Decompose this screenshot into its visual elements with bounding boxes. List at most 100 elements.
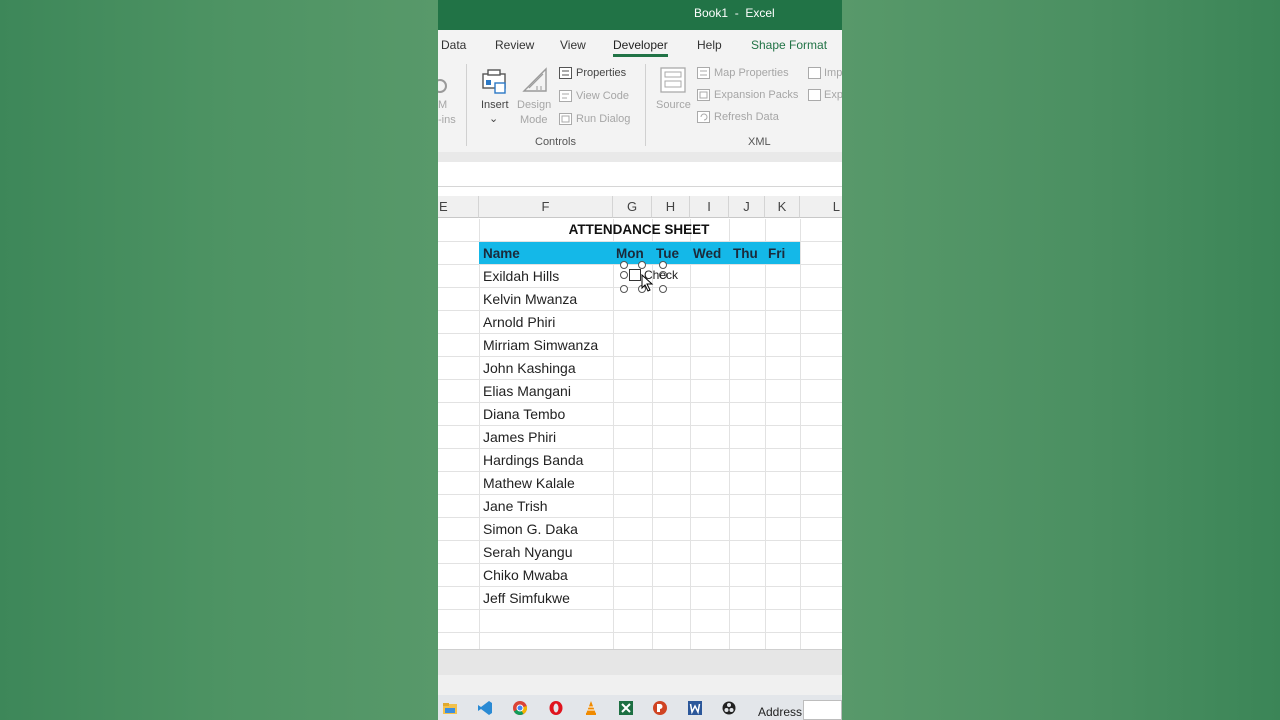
column-header-g[interactable]: G: [613, 196, 652, 218]
attendance-checkbox[interactable]: [629, 269, 641, 281]
name-cell[interactable]: Arnold Phiri: [483, 314, 555, 330]
design-mode-label-1[interactable]: Design: [517, 99, 551, 111]
tab-shape-format[interactable]: Shape Format: [751, 38, 827, 52]
column-header-f[interactable]: F: [479, 196, 613, 218]
export-icon[interactable]: [808, 89, 821, 101]
gridline: [438, 356, 842, 357]
header-thu[interactable]: Thu: [733, 242, 758, 265]
source-button[interactable]: Source: [656, 99, 691, 111]
excel-window: Book1 - Excel Data Review View Developer…: [438, 0, 842, 720]
background-right: [842, 0, 1280, 720]
column-header-e[interactable]: E: [438, 196, 479, 218]
column-header-i[interactable]: I: [690, 196, 729, 218]
refresh-data-button[interactable]: Refresh Data: [714, 111, 779, 123]
tab-view[interactable]: View: [560, 38, 586, 52]
header-wed[interactable]: Wed: [693, 242, 721, 265]
gridline: [690, 219, 691, 649]
mouse-cursor-icon: [641, 274, 654, 292]
properties-button[interactable]: Properties: [576, 67, 626, 79]
column-header-h[interactable]: H: [652, 196, 690, 218]
com-addins-icon[interactable]: [438, 66, 452, 96]
name-cell[interactable]: Hardings Banda: [483, 452, 583, 468]
gridline: [800, 219, 801, 649]
vlc-icon[interactable]: [583, 700, 599, 716]
name-cell[interactable]: Kelvin Mwanza: [483, 291, 577, 307]
gridline: [438, 425, 842, 426]
map-properties-button[interactable]: Map Properties: [714, 67, 789, 79]
gridline: [438, 379, 842, 380]
name-cell[interactable]: Diana Tembo: [483, 406, 565, 422]
address-input[interactable]: [803, 700, 842, 720]
insert-controls-icon[interactable]: [481, 68, 509, 96]
resize-handle[interactable]: [620, 285, 628, 293]
run-dialog-icon[interactable]: [559, 113, 572, 125]
insert-dropdown-caret[interactable]: ⌄: [489, 112, 498, 125]
resize-handle[interactable]: [620, 261, 628, 269]
name-cell[interactable]: James Phiri: [483, 429, 556, 445]
properties-icon[interactable]: [559, 67, 572, 79]
gridline: [438, 494, 842, 495]
spacer: [438, 187, 842, 196]
header-name[interactable]: Name: [483, 242, 520, 265]
sheet-title-cell[interactable]: ATTENDANCE SHEET: [479, 219, 799, 241]
title-bar: Book1 - Excel: [438, 0, 842, 30]
gridline: [438, 563, 842, 564]
header-fri[interactable]: Fri: [768, 242, 785, 265]
export-button[interactable]: Exp: [824, 89, 842, 101]
xml-source-icon[interactable]: [659, 66, 687, 94]
tab-review[interactable]: Review: [495, 38, 534, 52]
name-cell[interactable]: Mathew Kalale: [483, 475, 575, 491]
name-cell[interactable]: Mirriam Simwanza: [483, 337, 598, 353]
expansion-packs-button[interactable]: Expansion Packs: [714, 89, 798, 101]
name-cell[interactable]: John Kashinga: [483, 360, 576, 376]
gridline: [438, 632, 842, 633]
resize-handle[interactable]: [620, 271, 628, 279]
powerpoint-icon[interactable]: [652, 700, 668, 716]
ribbon-separator: [466, 64, 467, 146]
tab-developer[interactable]: Developer: [613, 38, 668, 57]
gridline: [479, 219, 480, 649]
import-icon[interactable]: [808, 67, 821, 79]
addins-label-bottom: -ins: [438, 114, 456, 126]
xml-group-label: XML: [748, 136, 771, 148]
tab-data[interactable]: Data: [441, 38, 466, 52]
view-code-icon[interactable]: [559, 90, 572, 102]
resize-handle[interactable]: [659, 285, 667, 293]
name-cell[interactable]: Exildah Hills: [483, 268, 559, 284]
name-cell[interactable]: Jane Trish: [483, 498, 548, 514]
tab-help[interactable]: Help: [697, 38, 722, 52]
name-cell[interactable]: Jeff Simfukwe: [483, 590, 570, 606]
expansion-packs-icon[interactable]: [697, 89, 710, 101]
name-cell[interactable]: Simon G. Daka: [483, 521, 578, 537]
refresh-data-icon[interactable]: [697, 111, 710, 123]
ribbon-gap: [438, 152, 842, 162]
insert-button[interactable]: Insert: [481, 99, 509, 111]
column-header-k[interactable]: K: [765, 196, 800, 218]
run-dialog-button[interactable]: Run Dialog: [576, 113, 630, 125]
formula-bar[interactable]: [438, 162, 842, 187]
map-properties-icon[interactable]: [697, 67, 710, 79]
name-cell[interactable]: Elias Mangani: [483, 383, 571, 399]
gridline: [438, 540, 842, 541]
view-code-button[interactable]: View Code: [576, 90, 629, 102]
design-mode-label-2[interactable]: Mode: [520, 114, 548, 126]
design-mode-icon[interactable]: [521, 66, 549, 94]
addins-label-top: M: [438, 99, 448, 111]
column-header-l[interactable]: L: [800, 196, 842, 218]
opera-icon[interactable]: [548, 700, 564, 716]
window-title: Book1 - Excel: [694, 6, 775, 20]
gridline: [438, 471, 842, 472]
obs-icon[interactable]: [721, 700, 737, 716]
word-icon[interactable]: [687, 700, 703, 716]
import-button[interactable]: Imp: [824, 67, 842, 79]
ribbon-separator: [645, 64, 646, 146]
gridline: [438, 517, 842, 518]
ribbon: M -ins Insert ⌄ Design Mode Properties V…: [438, 60, 842, 153]
name-cell[interactable]: Serah Nyangu: [483, 544, 573, 560]
excel-icon[interactable]: [618, 700, 634, 716]
name-cell[interactable]: Chiko Mwaba: [483, 567, 568, 583]
vscode-icon[interactable]: [477, 700, 493, 716]
file-explorer-icon[interactable]: [442, 700, 458, 716]
column-header-j[interactable]: J: [729, 196, 765, 218]
chrome-icon[interactable]: [512, 700, 528, 716]
